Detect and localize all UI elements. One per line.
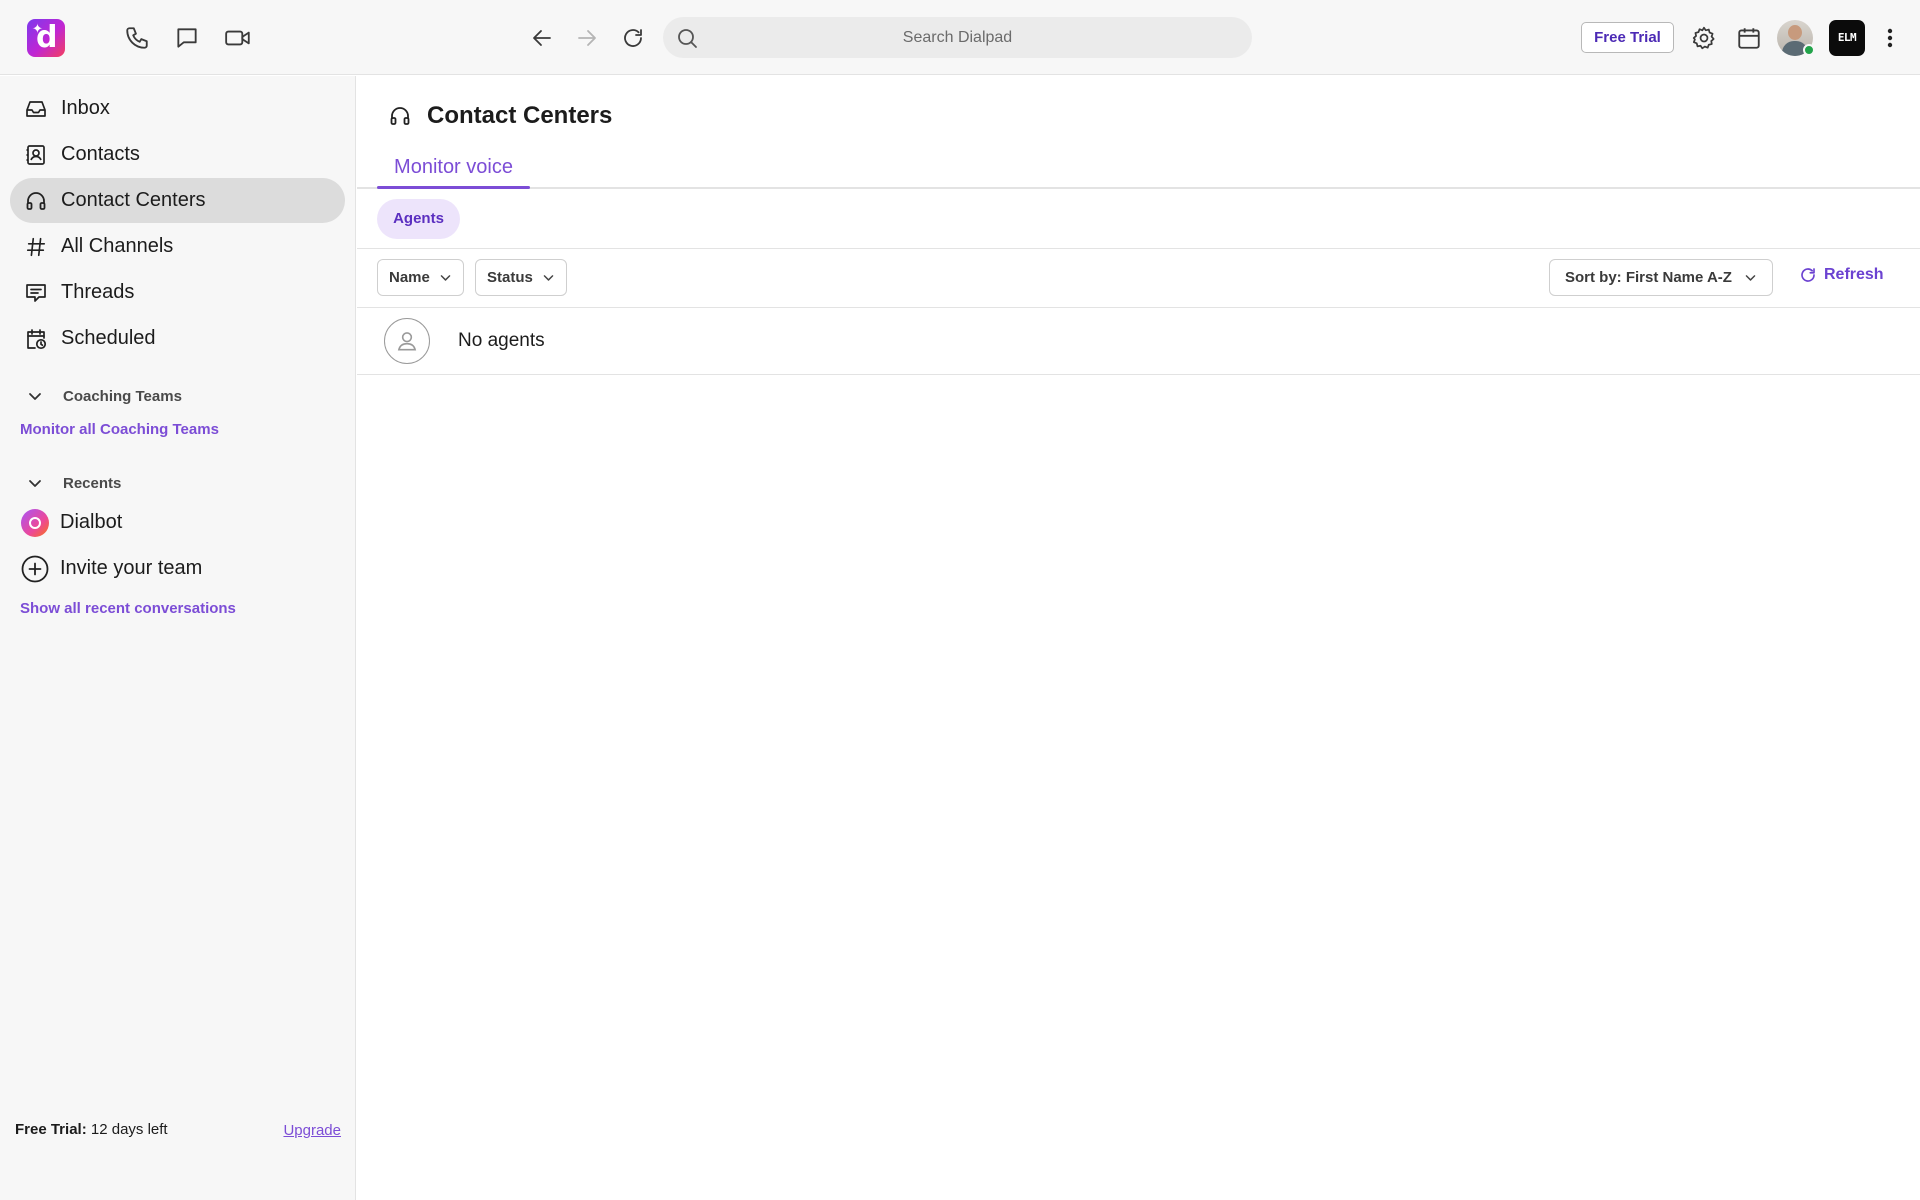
sidebar: Inbox Contacts Contact Centers All Chann…	[0, 76, 356, 1200]
workspace-badge[interactable]: ELM	[1829, 20, 1865, 56]
logo-letter-icon: d	[36, 20, 58, 55]
recent-item-dialbot[interactable]: Dialbot	[10, 500, 345, 545]
threads-icon	[23, 280, 49, 306]
dropdown-label: Name	[389, 269, 430, 286]
divider	[357, 248, 1920, 249]
chevron-down-icon	[439, 271, 452, 284]
contacts-icon	[23, 142, 49, 168]
page-title: Contact Centers	[427, 102, 613, 129]
back-arrow-icon[interactable]	[527, 23, 557, 53]
reload-icon[interactable]	[618, 23, 648, 53]
section-title: Recents	[63, 474, 122, 492]
sidebar-item-label: Inbox	[61, 97, 110, 119]
page-header: Contact Centers	[387, 102, 612, 130]
tab-monitor-voice[interactable]: Monitor voice	[377, 156, 530, 187]
headset-icon	[387, 103, 413, 129]
chevron-down-icon	[1744, 271, 1757, 284]
invite-your-team-button[interactable]: Invite your team	[10, 546, 345, 591]
dropdown-label: Sort by: First Name A-Z	[1565, 269, 1732, 286]
free-trial-status: Free Trial: 12 days left Upgrade	[15, 1121, 341, 1139]
sidebar-item-label: Threads	[61, 281, 135, 303]
dialpad-logo[interactable]: ✦ d	[27, 19, 65, 57]
sort-dropdown[interactable]: Sort by: First Name A-Z	[1549, 259, 1773, 296]
sidebar-item-threads[interactable]: Threads	[10, 270, 345, 315]
calendar-icon[interactable]	[1734, 23, 1764, 53]
sidebar-item-label: Scheduled	[61, 327, 156, 349]
sidebar-item-contact-centers[interactable]: Contact Centers	[10, 178, 345, 223]
free-trial-label: Free Trial:	[15, 1121, 87, 1138]
sidebar-item-all-channels[interactable]: All Channels	[10, 224, 345, 269]
sidebar-item-scheduled[interactable]: Scheduled	[10, 316, 345, 361]
chevron-down-icon	[22, 473, 48, 493]
status-filter-dropdown[interactable]: Status	[475, 259, 567, 296]
forward-arrow-icon[interactable]	[572, 23, 602, 53]
agents-empty-row: No agents	[357, 308, 1920, 374]
search-input[interactable]: Search Dialpad	[663, 17, 1252, 58]
plus-circle-icon	[21, 555, 49, 583]
chat-icon[interactable]	[172, 23, 202, 53]
dialbot-avatar	[21, 508, 49, 537]
section-title: Coaching Teams	[63, 387, 182, 405]
dropdown-label: Status	[487, 269, 533, 286]
sidebar-item-label: Contacts	[61, 143, 140, 165]
empty-state-text: No agents	[458, 330, 545, 351]
refresh-button[interactable]: Refresh	[1799, 266, 1884, 284]
sidebar-item-inbox[interactable]: Inbox	[10, 86, 345, 131]
top-bar: ✦ d Search Dialpad Free Trial ELM	[0, 0, 1920, 75]
monitor-all-coaching-teams-link[interactable]: Monitor all Coaching Teams	[20, 421, 219, 438]
chevron-down-icon	[542, 271, 555, 284]
upgrade-link[interactable]: Upgrade	[283, 1122, 341, 1139]
chevron-down-icon	[22, 386, 48, 406]
phone-icon[interactable]	[122, 23, 152, 53]
free-trial-remaining: 12 days left	[90, 1121, 168, 1138]
divider	[357, 374, 1920, 375]
sidebar-item-contacts[interactable]: Contacts	[10, 132, 345, 177]
tabs-divider	[357, 187, 1920, 189]
headset-icon	[23, 188, 49, 214]
main-content: Contact Centers Monitor voice Agents Nam…	[357, 76, 1920, 1200]
recent-item-label: Dialbot	[60, 511, 123, 533]
sidebar-item-label: Contact Centers	[61, 189, 206, 211]
show-all-recent-conversations-link[interactable]: Show all recent conversations	[20, 600, 236, 617]
hash-icon	[23, 234, 49, 260]
name-filter-dropdown[interactable]: Name	[377, 259, 464, 296]
more-vertical-icon[interactable]	[1875, 23, 1905, 53]
recents-header[interactable]: Recents	[22, 473, 121, 493]
video-icon[interactable]	[223, 23, 253, 53]
free-trial-button[interactable]: Free Trial	[1581, 22, 1674, 53]
refresh-label: Refresh	[1824, 266, 1884, 283]
presence-status-dot	[1803, 44, 1815, 56]
search-placeholder: Search Dialpad	[902, 29, 1013, 46]
coaching-teams-header[interactable]: Coaching Teams	[22, 386, 182, 406]
active-tab-indicator	[377, 186, 530, 189]
sidebar-item-label: All Channels	[61, 235, 174, 257]
recent-item-label: Invite your team	[60, 557, 203, 579]
agents-filter-chip[interactable]: Agents	[377, 199, 460, 239]
gear-icon[interactable]	[1689, 23, 1719, 53]
calendar-clock-icon	[23, 326, 49, 352]
refresh-icon	[1799, 266, 1817, 284]
user-placeholder-icon	[384, 318, 430, 364]
inbox-icon	[23, 96, 49, 122]
